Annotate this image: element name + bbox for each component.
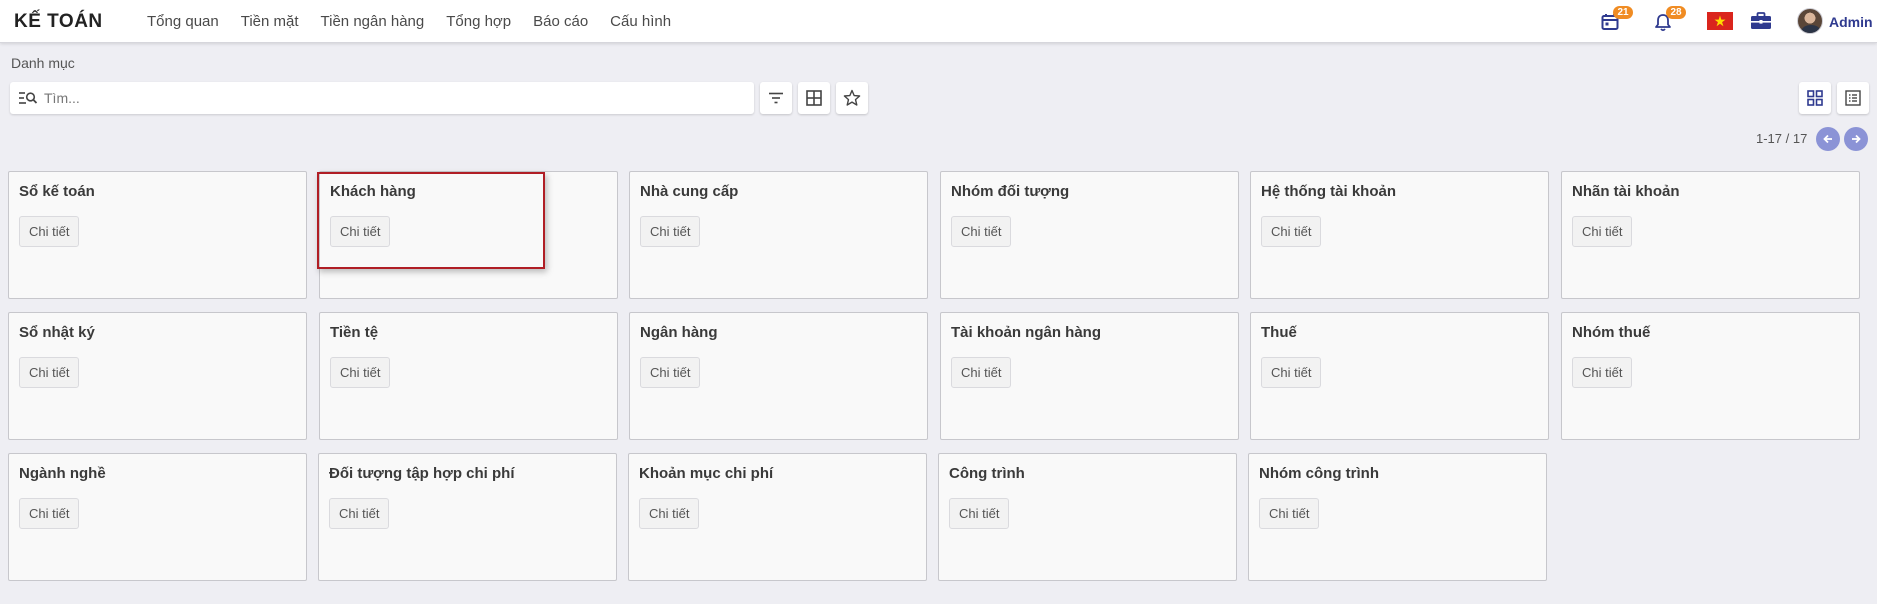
user-avatar[interactable] [1797, 8, 1823, 34]
menu-item-tien-mat[interactable]: Tiền mặt [241, 13, 299, 30]
top-navbar: KẾ TOÁN Tổng quan Tiền mặt Tiền ngân hàn… [0, 0, 1877, 43]
detail-button[interactable]: Chi tiết [1261, 216, 1322, 247]
card-title: Nhóm thuế [1572, 324, 1651, 341]
detail-button[interactable]: Chi tiết [1261, 357, 1322, 388]
detail-button[interactable]: Chi tiết [330, 357, 391, 388]
detail-button[interactable]: Chi tiết [640, 216, 701, 247]
card-nha-cung-cap[interactable]: Nhà cung cấp Chi tiết [629, 171, 928, 299]
grid-layout-icon [806, 90, 822, 106]
detail-button[interactable]: Chi tiết [1572, 216, 1633, 247]
detail-button[interactable]: Chi tiết [19, 498, 80, 529]
card-ngan-hang[interactable]: Ngân hàng Chi tiết [629, 312, 928, 440]
card-title: Khách hàng [330, 183, 416, 200]
card-tien-te[interactable]: Tiền tệ Chi tiết [319, 312, 618, 440]
main-menu: Tổng quan Tiền mặt Tiền ngân hàng Tổng h… [147, 0, 693, 43]
search-bar [10, 82, 754, 114]
pager-previous-button[interactable] [1816, 127, 1840, 151]
detail-button[interactable]: Chi tiết [1259, 498, 1320, 529]
card-title: Sổ kế toán [19, 183, 95, 200]
card-title: Khoản mục chi phí [639, 465, 774, 482]
detail-button[interactable]: Chi tiết [19, 357, 80, 388]
bell-badge: 28 [1666, 6, 1686, 19]
star-icon [843, 89, 861, 106]
card-title: Tài khoản ngân hàng [951, 324, 1102, 341]
filter-button[interactable] [760, 82, 792, 114]
menu-item-tien-ngan-hang[interactable]: Tiền ngân hàng [321, 13, 425, 30]
card-so-nhat-ky[interactable]: Sổ nhật ký Chi tiết [8, 312, 307, 440]
card-title: Nhà cung cấp [640, 183, 739, 200]
list-view-button[interactable] [1837, 82, 1869, 114]
arrow-left-icon [1823, 134, 1832, 144]
menu-item-cau-hinh[interactable]: Cấu hình [610, 13, 671, 30]
menu-item-tong-hop[interactable]: Tổng hợp [446, 13, 511, 30]
detail-button[interactable]: Chi tiết [951, 357, 1012, 388]
kanban-view-icon [1807, 90, 1823, 106]
pager-next-button[interactable] [1844, 127, 1868, 151]
card-nhom-thue[interactable]: Nhóm thuế Chi tiết [1561, 312, 1860, 440]
calendar-badge: 21 [1613, 6, 1633, 19]
card-thue[interactable]: Thuế Chi tiết [1250, 312, 1549, 440]
list-view-icon [1845, 90, 1861, 106]
search-input[interactable] [44, 82, 744, 114]
card-title: Ngân hàng [640, 324, 718, 341]
detail-button[interactable]: Chi tiết [639, 498, 700, 529]
card-title: Tiền tệ [330, 324, 379, 341]
arrow-right-icon [1852, 134, 1861, 144]
card-nhom-doi-tuong[interactable]: Nhóm đối tượng Chi tiết [940, 171, 1239, 299]
card-khach-hang[interactable]: Khách hàng Chi tiết [319, 171, 618, 299]
menu-item-tong-quan[interactable]: Tổng quan [147, 13, 219, 30]
detail-button[interactable]: Chi tiết [329, 498, 390, 529]
detail-button[interactable]: Chi tiết [640, 357, 701, 388]
card-title: Đối tượng tập hợp chi phí [329, 465, 515, 482]
detail-button[interactable]: Chi tiết [951, 216, 1012, 247]
group-by-button[interactable] [798, 82, 830, 114]
detail-button[interactable]: Chi tiết [1572, 357, 1633, 388]
card-title: Công trình [949, 465, 1025, 482]
card-cong-trinh[interactable]: Công trình Chi tiết [938, 453, 1237, 581]
kanban-view-button[interactable] [1799, 82, 1831, 114]
card-nhan-tai-khoan[interactable]: Nhãn tài khoản Chi tiết [1561, 171, 1860, 299]
favorites-button[interactable] [836, 82, 868, 114]
breadcrumb: Danh mục [11, 55, 75, 71]
card-tai-khoan-ngan-hang[interactable]: Tài khoản ngân hàng Chi tiết [940, 312, 1239, 440]
card-title: Hệ thống tài khoản [1261, 183, 1396, 200]
card-title: Nhãn tài khoản [1572, 183, 1680, 200]
detail-button[interactable]: Chi tiết [330, 216, 391, 247]
card-khoan-muc-chi-phi[interactable]: Khoản mục chi phí Chi tiết [628, 453, 927, 581]
detail-button[interactable]: Chi tiết [949, 498, 1010, 529]
card-title: Nhóm công trình [1259, 465, 1379, 482]
briefcase-icon [1751, 12, 1771, 29]
search-icon [19, 92, 38, 104]
menu-item-bao-cao[interactable]: Báo cáo [533, 13, 588, 30]
card-nhom-cong-trinh[interactable]: Nhóm công trình Chi tiết [1248, 453, 1547, 581]
card-so-ke-toan[interactable]: Sổ kế toán Chi tiết [8, 171, 307, 299]
card-doi-tuong-tap-hop-chi-phi[interactable]: Đối tượng tập hợp chi phí Chi tiết [318, 453, 617, 581]
company-switch-button[interactable] [1750, 9, 1776, 33]
detail-button[interactable]: Chi tiết [19, 216, 80, 247]
language-flag-icon[interactable] [1707, 12, 1733, 30]
notification-button[interactable]: 28 [1653, 6, 1686, 33]
card-title: Thuế [1261, 324, 1297, 341]
card-title: Ngành nghề [19, 465, 106, 482]
card-he-thong-tai-khoan[interactable]: Hệ thống tài khoản Chi tiết [1250, 171, 1549, 299]
user-name[interactable]: Admin [1829, 14, 1873, 30]
pager-value[interactable]: 1-17 / 17 [1756, 131, 1807, 146]
card-title: Nhóm đối tượng [951, 183, 1070, 200]
card-nganh-nghe[interactable]: Ngành nghề Chi tiết [8, 453, 307, 581]
calendar-button[interactable]: 21 [1600, 6, 1633, 33]
card-title: Sổ nhật ký [19, 324, 95, 341]
filter-icon [769, 92, 783, 104]
app-title[interactable]: KẾ TOÁN [14, 11, 103, 33]
